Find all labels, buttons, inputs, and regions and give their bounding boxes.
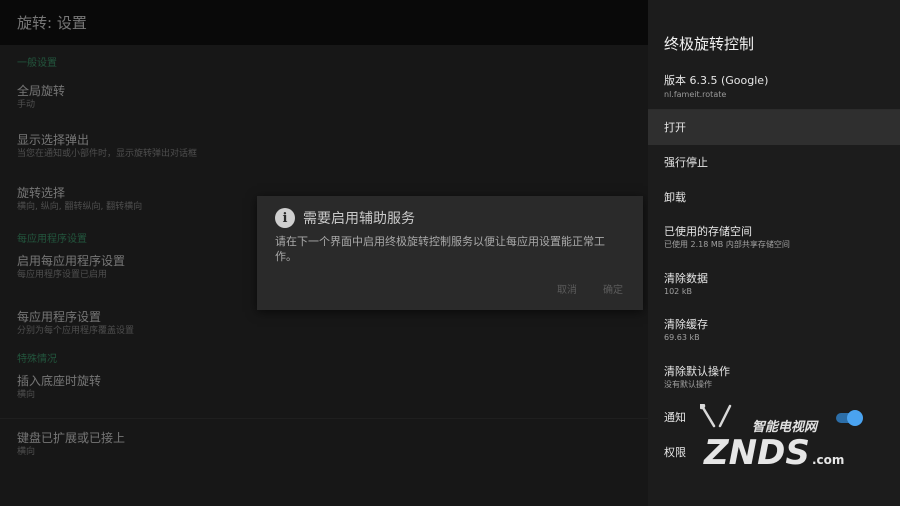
version-info: 版本 6.3.5 (Google) nl.fameit.rotate <box>648 68 900 110</box>
dialog-title: 需要启用辅助服务 <box>303 211 415 227</box>
version-text: 版本 6.3.5 (Google) <box>664 74 769 87</box>
clear-defaults-title: 清除默认操作 <box>664 364 730 378</box>
dialog-actions: 取消 确定 <box>557 281 623 296</box>
storage-sub: 已使用 2.18 MB 内部共享存储空间 <box>664 240 790 249</box>
cancel-button[interactable]: 取消 <box>557 281 577 296</box>
dialog-message: 请在下一个界面中启用终极旋转控制服务以便让每应用设置能正常工作。 <box>275 235 605 263</box>
force-stop-label: 强行停止 <box>664 156 708 169</box>
tv-antenna-icon <box>700 404 732 428</box>
watermark-suffix: .com <box>812 453 844 467</box>
dialog-header: i 需要启用辅助服务 <box>275 208 625 228</box>
storage-item[interactable]: 已使用的存储空间 已使用 2.18 MB 内部共享存储空间 <box>648 214 900 261</box>
clear-data-sub: 102 kB <box>664 286 692 296</box>
watermark-brand: ZNDS <box>703 433 810 473</box>
force-stop-button[interactable]: 强行停止 <box>648 145 900 180</box>
info-icon: i <box>275 208 295 228</box>
clear-cache-sub: 69.63 kB <box>664 333 700 342</box>
ok-button[interactable]: 确定 <box>603 281 623 296</box>
open-label: 打开 <box>664 121 686 134</box>
uninstall-button[interactable]: 卸载 <box>648 180 900 214</box>
clear-cache-button[interactable]: 清除缓存 69.63 kB <box>648 307 900 354</box>
clear-defaults-button[interactable]: 清除默认操作 没有默认操作 <box>648 354 900 400</box>
znds-watermark-logo: 智能电视网 ZNDS .com <box>700 404 844 473</box>
clear-defaults-sub: 没有默认操作 <box>664 379 712 389</box>
clear-data-button[interactable]: 清除数据 102 kB <box>648 261 900 307</box>
notifications-label: 通知 <box>664 411 686 424</box>
package-name: nl.fameit.rotate <box>664 90 727 99</box>
panel-title: 终极旋转控制 <box>664 35 755 53</box>
storage-title: 已使用的存储空间 <box>664 225 752 238</box>
clear-data-title: 清除数据 <box>664 271 708 285</box>
open-button[interactable]: 打开 <box>648 110 900 145</box>
uninstall-label: 卸载 <box>664 190 686 204</box>
clear-cache-title: 清除缓存 <box>664 318 708 331</box>
accessibility-dialog: i 需要启用辅助服务 请在下一个界面中启用终极旋转控制服务以便让每应用设置能正常… <box>257 196 643 310</box>
